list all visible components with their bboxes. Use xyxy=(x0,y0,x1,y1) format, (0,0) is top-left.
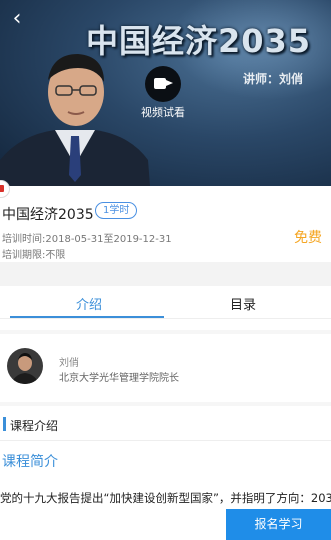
training-period: 培训期限:不限 xyxy=(2,250,66,261)
training-time: 培训时间:2018-05-31至2019-12-31 xyxy=(2,234,172,245)
video-preview-label[interactable]: 视频试看 xyxy=(141,104,185,120)
teacher-title: 北京大学光华管理学院院长 xyxy=(59,373,179,384)
course-summary-heading: 课程简介 xyxy=(2,454,58,470)
active-tab-indicator xyxy=(10,316,164,318)
hero-title: 中国经济2035 xyxy=(86,22,312,60)
video-camera-icon xyxy=(154,78,173,89)
tab-bar: 介绍 目录 xyxy=(0,286,331,319)
video-play-button[interactable] xyxy=(145,66,181,102)
teacher-avatar[interactable] xyxy=(7,348,43,384)
course-hours-badge: 1学时 xyxy=(95,202,138,219)
price-label: 免费 xyxy=(294,230,322,246)
hero-lecturer: 讲师：刘俏 xyxy=(243,72,304,86)
teacher-name: 刘俏 xyxy=(59,358,79,369)
tab-intro[interactable]: 介绍 xyxy=(76,294,102,313)
divider xyxy=(0,440,331,441)
section-title: 课程介绍 xyxy=(10,419,59,433)
course-description: 党的十九大报告提出“加快建设创新型国家”，并指明了方向：2035 xyxy=(0,491,331,505)
divider xyxy=(0,402,331,406)
section-marker xyxy=(3,417,6,431)
tab-catalog[interactable]: 目录 xyxy=(230,294,256,313)
course-title: 中国经济2035 xyxy=(2,207,94,223)
section-gap xyxy=(0,262,331,286)
avatar-image xyxy=(7,348,43,384)
back-icon[interactable]: ‹ xyxy=(6,8,28,30)
video-hero[interactable]: ‹ 中国经济2035 讲师：刘俏 视频试看 xyxy=(0,0,331,186)
divider xyxy=(0,330,331,334)
enroll-button[interactable]: 报名学习 xyxy=(226,509,331,540)
